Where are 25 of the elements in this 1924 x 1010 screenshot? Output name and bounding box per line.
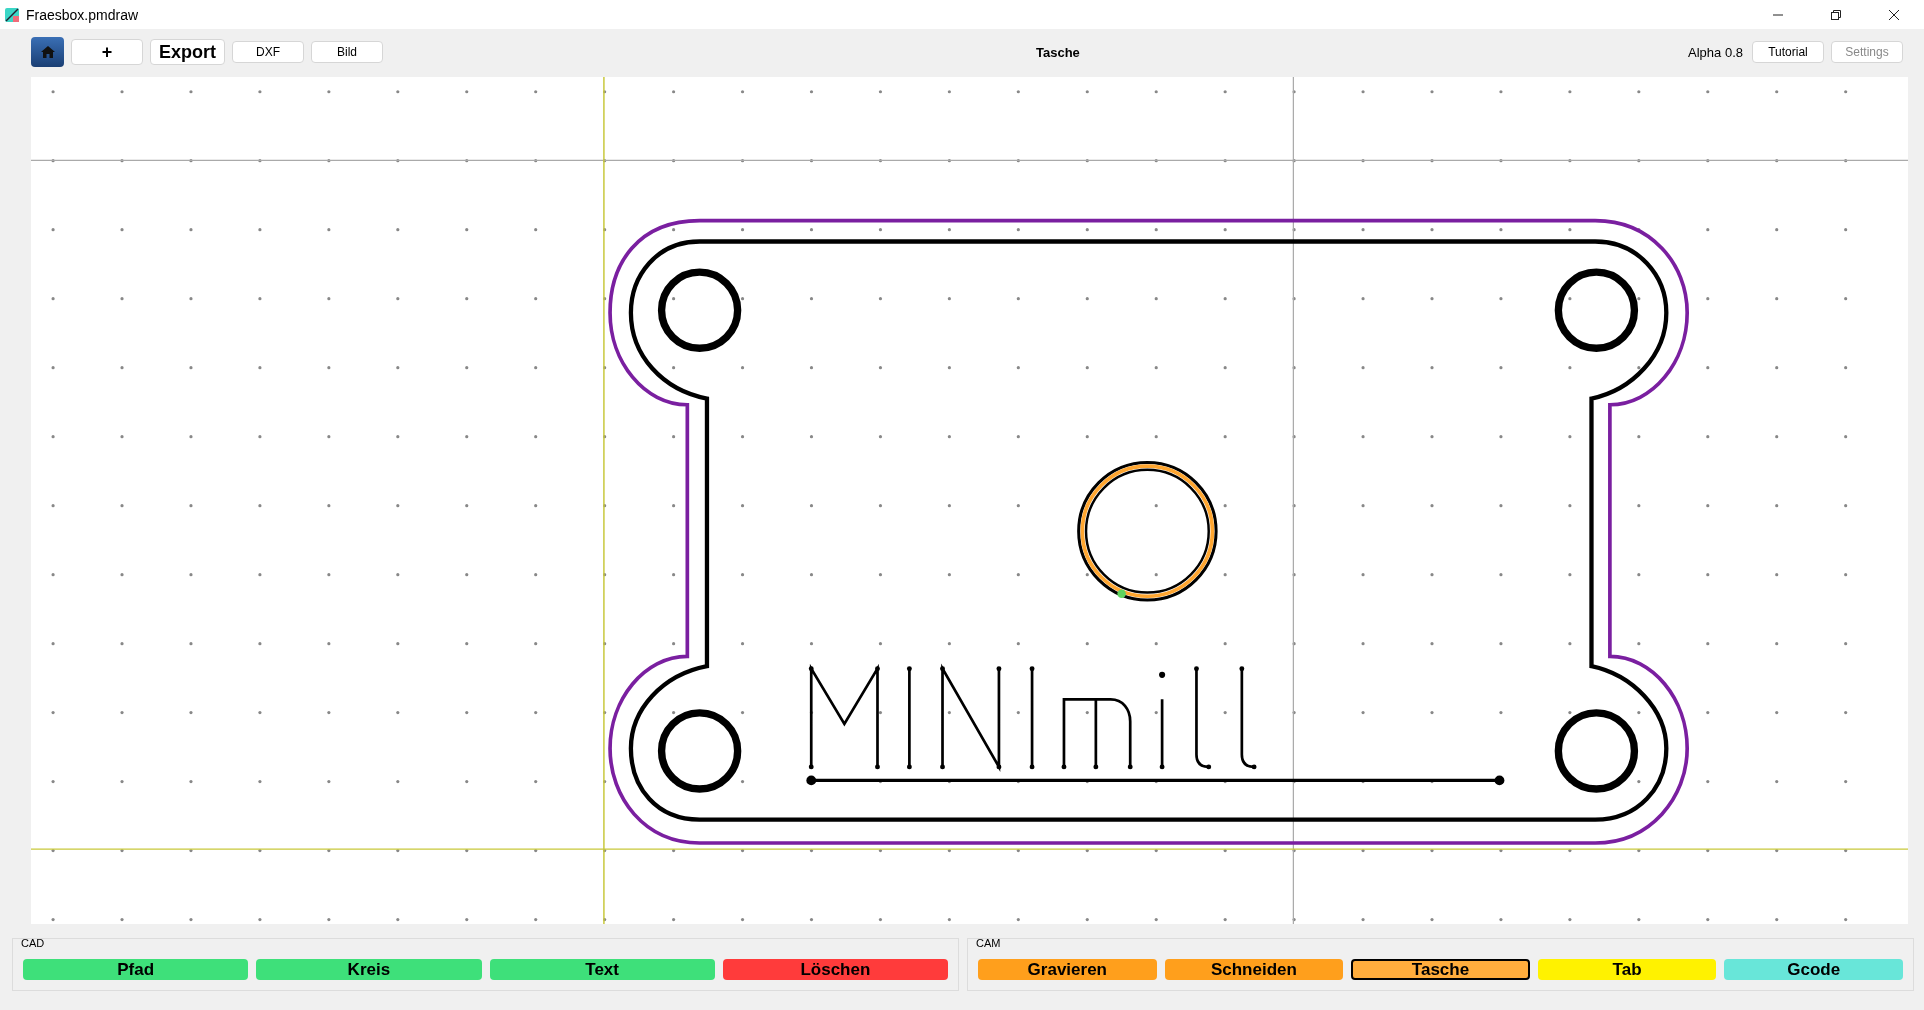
home-icon [39, 44, 56, 60]
tool-button[interactable]: Gcode [1724, 959, 1903, 980]
tool-button[interactable]: Schneiden [1164, 959, 1344, 980]
app-logo-icon [4, 6, 20, 23]
tool-button[interactable]: Löschen [722, 959, 948, 980]
toolbar-button[interactable]: Tutorial [1752, 41, 1824, 63]
tool-button[interactable]: Text [489, 959, 715, 980]
tool-button[interactable]: Pfad [23, 959, 249, 980]
tool-button[interactable]: Kreis [256, 959, 482, 980]
home-button[interactable] [31, 37, 64, 67]
restore-icon[interactable] [1830, 8, 1842, 21]
tool-button[interactable]: Gravieren [978, 959, 1157, 980]
tool-button[interactable]: Tasche [1351, 959, 1530, 980]
version-label: Alpha 0.8 [1688, 44, 1743, 60]
mode-title: Tasche [1036, 44, 1080, 60]
group-title: CAM [976, 937, 1001, 949]
toolbar-button[interactable]: DXF [232, 41, 304, 63]
toolbar-button[interactable]: Bild [311, 41, 383, 63]
close-icon[interactable] [1888, 8, 1900, 21]
window-title: Fraesbox.pmdraw [26, 6, 139, 23]
drawing-canvas[interactable] [31, 77, 1908, 924]
tool-button[interactable]: Tab [1537, 959, 1717, 980]
toolbar-button[interactable]: + [71, 39, 143, 65]
toolbar-button[interactable]: Export [150, 39, 225, 65]
group-title: CAD [21, 937, 45, 949]
